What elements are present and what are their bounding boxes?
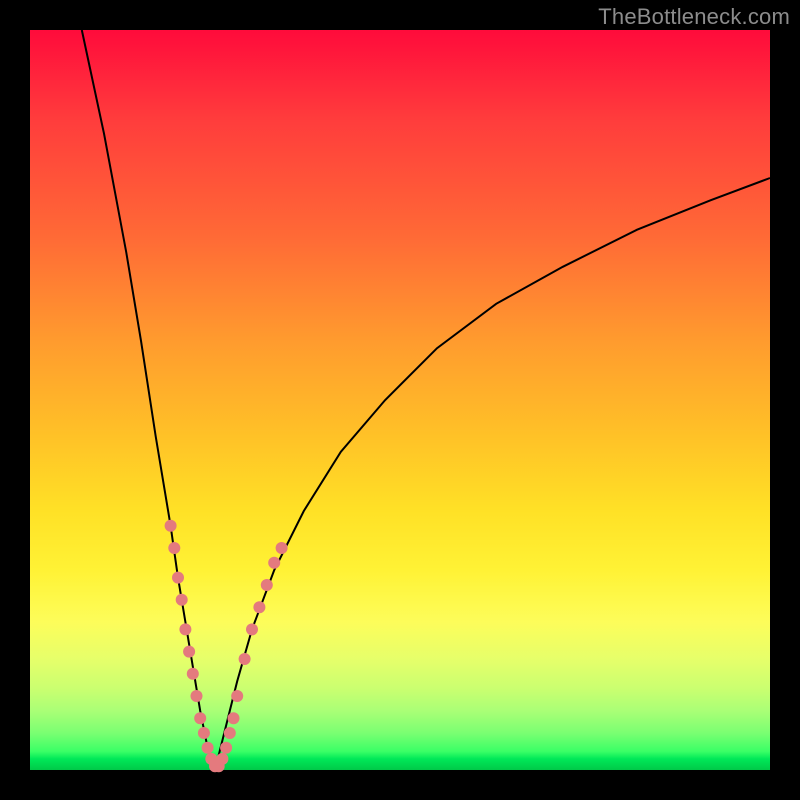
left-branch-curve <box>82 30 215 770</box>
highlight-dot <box>224 727 236 739</box>
highlight-dot <box>183 646 195 658</box>
highlight-dot <box>172 572 184 584</box>
chart-svg <box>30 30 770 770</box>
chart-frame: TheBottleneck.com <box>0 0 800 800</box>
highlight-dot <box>194 712 206 724</box>
highlight-dot <box>202 742 214 754</box>
highlight-dot <box>220 742 232 754</box>
highlight-dot <box>168 542 180 554</box>
highlight-dot <box>231 690 243 702</box>
highlight-dot <box>176 594 188 606</box>
plot-area <box>30 30 770 770</box>
highlight-dot <box>165 520 177 532</box>
highlight-dot <box>187 668 199 680</box>
highlight-dots-group <box>165 520 288 773</box>
highlight-dot <box>239 653 251 665</box>
highlight-dot <box>179 623 191 635</box>
highlight-dot <box>253 601 265 613</box>
watermark-text: TheBottleneck.com <box>598 4 790 30</box>
highlight-dot <box>276 542 288 554</box>
highlight-dot <box>246 623 258 635</box>
highlight-dot <box>261 579 273 591</box>
highlight-dot <box>216 753 228 765</box>
right-branch-curve <box>215 178 770 770</box>
highlight-dot <box>191 690 203 702</box>
highlight-dot <box>228 712 240 724</box>
highlight-dot <box>268 557 280 569</box>
highlight-dot <box>198 727 210 739</box>
